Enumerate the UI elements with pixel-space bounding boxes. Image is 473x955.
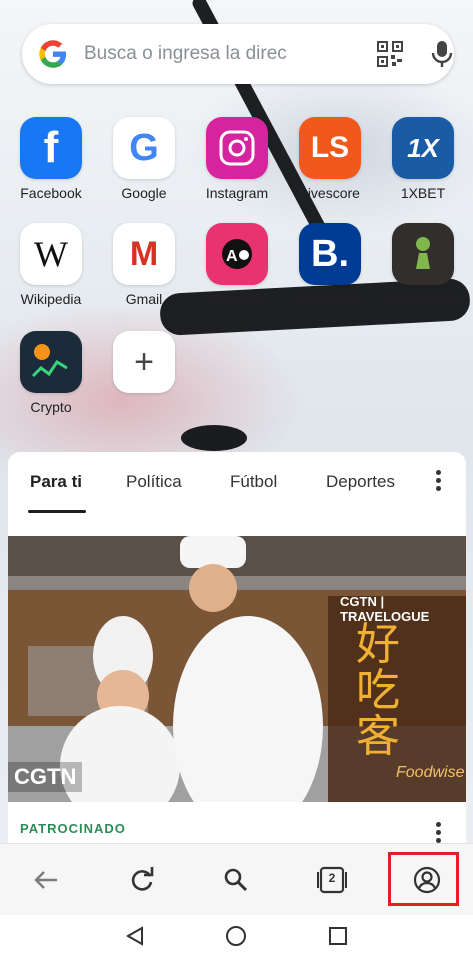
- system-home-icon[interactable]: [225, 925, 247, 947]
- shortcut-label: Instagram: [205, 185, 269, 201]
- tab-para-ti[interactable]: Para ti: [30, 472, 82, 492]
- shortcut-football[interactable]: A Football: [197, 223, 277, 307]
- tab-deportes[interactable]: Deportes: [326, 472, 395, 492]
- 1xbet-icon: 1X: [392, 117, 454, 179]
- tab-count: 2: [328, 871, 336, 885]
- shortcut-1xbet[interactable]: 1X 1XBET: [383, 117, 463, 201]
- back-button[interactable]: [26, 862, 66, 898]
- shortcut-add[interactable]: +: [104, 331, 184, 393]
- gmail-icon: M: [113, 223, 175, 285]
- shortcut-facebook[interactable]: f Facebook: [11, 117, 91, 201]
- livescore-icon: LS: [299, 117, 361, 179]
- search-button[interactable]: [216, 862, 256, 898]
- system-recents-icon[interactable]: [327, 925, 349, 947]
- news-feed: Para ti Política Fútbol Deportes CGTN | …: [8, 452, 466, 872]
- instagram-icon: [206, 117, 268, 179]
- booking-icon: B.: [299, 223, 361, 285]
- svg-text:A: A: [226, 248, 238, 265]
- facebook-icon: f: [20, 117, 82, 179]
- shortcut-chess-com[interactable]: Chess.com: [383, 223, 463, 307]
- add-shortcut-icon: +: [113, 331, 175, 393]
- shortcut-label: Gmail: [125, 291, 163, 307]
- microphone-icon[interactable]: [430, 39, 454, 69]
- highlight-box: [388, 852, 459, 906]
- crypto-icon: [20, 331, 82, 393]
- feed-menu-icon[interactable]: [436, 470, 442, 494]
- reload-icon: [131, 867, 154, 891]
- back-arrow-icon: [34, 871, 57, 889]
- system-navigation-bar: [0, 915, 473, 955]
- hockey-puck: [181, 425, 247, 451]
- article-image[interactable]: CGTN | TRAVELOGUE 好吃客 Foodwise CGTN: [8, 536, 466, 802]
- system-back-icon[interactable]: [124, 925, 146, 947]
- search-icon: [224, 868, 248, 892]
- shortcut-label: Wikipedia: [20, 291, 82, 307]
- wikipedia-icon: W: [20, 223, 82, 285]
- shortcut-booking-c[interactable]: B. Booking.c: [290, 223, 370, 307]
- tab-politica[interactable]: Política: [126, 472, 182, 492]
- shortcut-label: Chess.com: [387, 291, 459, 307]
- tabs-button[interactable]: 2: [312, 862, 352, 898]
- shortcut-wikipedia[interactable]: W Wikipedia: [11, 223, 91, 307]
- qr-code-icon[interactable]: [377, 41, 403, 67]
- shortcut-label: Google: [121, 185, 167, 201]
- show-subtitle: Foodwise: [396, 764, 465, 781]
- chess-icon: [392, 223, 454, 285]
- shortcut-label: Football: [212, 291, 262, 307]
- show-title: 好吃客: [356, 619, 400, 763]
- sponsored-label: PATROCINADO: [20, 821, 126, 836]
- shortcut-label: Facebook: [20, 185, 82, 201]
- active-tab-indicator: [28, 510, 86, 513]
- search-input[interactable]: Busca o ingresa la direc: [84, 43, 352, 67]
- shortcut-label: 1XBET: [400, 185, 446, 201]
- google-logo-icon: [39, 40, 67, 68]
- search-bar[interactable]: Busca o ingresa la direc: [22, 24, 454, 84]
- shortcut-label: Booking.c: [299, 291, 361, 307]
- shortcut-livescore[interactable]: LS Livescore: [290, 117, 370, 201]
- football-icon: A: [206, 223, 268, 285]
- tab-futbol[interactable]: Fútbol: [230, 472, 277, 492]
- shortcut-instagram[interactable]: Instagram: [197, 117, 277, 201]
- shortcut-label: Crypto: [30, 399, 72, 415]
- shortcut-google[interactable]: G Google: [104, 117, 184, 201]
- shortcut-crypto[interactable]: Crypto: [11, 331, 91, 415]
- shortcut-label: Livescore: [300, 185, 360, 201]
- shortcut-gmail[interactable]: M Gmail: [104, 223, 184, 307]
- google-icon: G: [113, 117, 175, 179]
- cgtn-logo: CGTN: [8, 762, 83, 792]
- reload-button[interactable]: [122, 862, 162, 898]
